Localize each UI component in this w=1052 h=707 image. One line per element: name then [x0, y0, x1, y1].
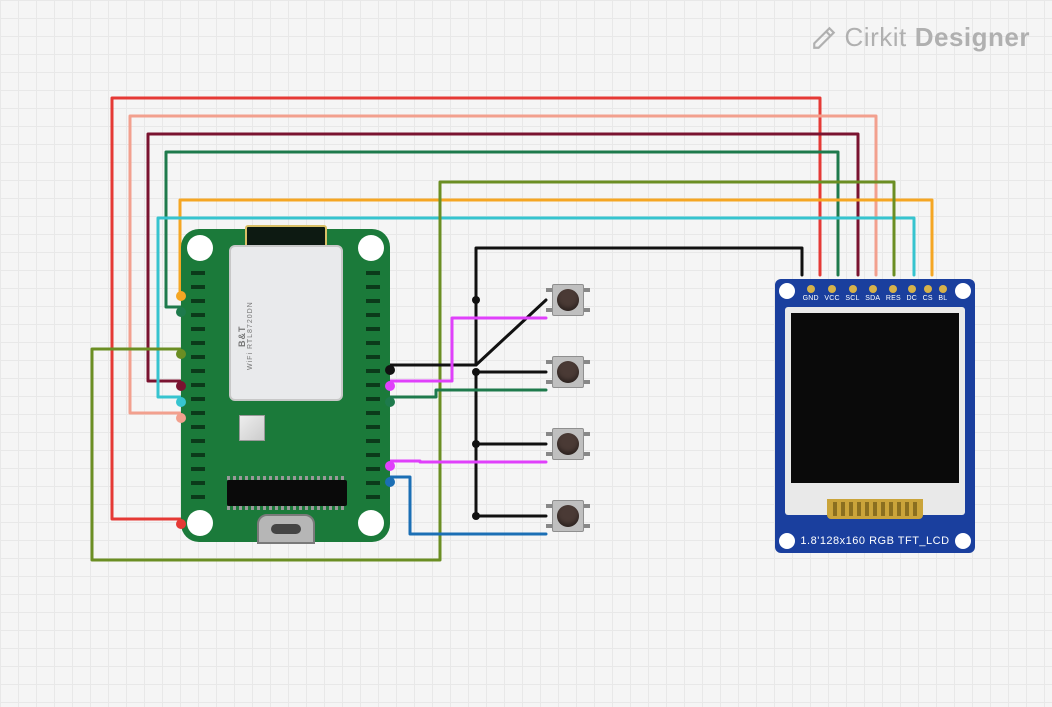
w-btn4-blue[interactable]	[390, 477, 546, 534]
w-gnd-bus[interactable]	[390, 248, 802, 365]
watermark: Cirkit Designer	[811, 22, 1030, 53]
lcd-pin-gnd[interactable]: GND	[803, 285, 819, 302]
w-btn3-magenta[interactable]	[390, 461, 546, 462]
tft-lcd-module[interactable]: GND VCC SCL SDA RES DC CS BL 1.8'128x160 RGB TF…	[775, 279, 975, 553]
mcu-label: B&T WiFi RTL8720DN	[237, 291, 249, 381]
mount-hole	[358, 235, 384, 261]
header-right	[366, 271, 380, 503]
pencil-ruler-icon	[811, 25, 837, 51]
pin-l5[interactable]	[176, 397, 186, 407]
lcd-pin-vcc[interactable]: VCC	[824, 285, 839, 302]
wire-junction	[472, 296, 480, 304]
header-left	[191, 271, 205, 503]
btn-1[interactable]	[546, 278, 590, 322]
lcd-screen	[791, 313, 959, 483]
w-btn2-teal[interactable]	[390, 390, 546, 397]
btn-2[interactable]	[546, 350, 590, 394]
pin-r3[interactable]	[385, 397, 395, 407]
lcd-model-label: 1.8'128x160 RGB TFT_LCD	[775, 535, 975, 547]
w-gnd-b4[interactable]	[476, 444, 546, 516]
lcd-pin-scl[interactable]: SCL	[845, 285, 859, 302]
btn-4[interactable]	[546, 494, 590, 538]
lcd-pin-header: GND VCC SCL SDA RES DC CS BL	[775, 285, 975, 302]
watermark-product: Designer	[915, 22, 1030, 53]
pin-r1[interactable]	[385, 365, 395, 375]
usb-port	[257, 514, 315, 544]
chip-row	[227, 480, 347, 506]
pin-r4[interactable]	[385, 461, 395, 471]
pin-r2[interactable]	[385, 381, 395, 391]
pin-l3[interactable]	[176, 349, 186, 359]
w-gnd-b1[interactable]	[476, 300, 546, 365]
lcd-pin-cs[interactable]: CS	[923, 285, 933, 302]
pin-l7[interactable]	[176, 519, 186, 529]
pin-l2[interactable]	[176, 307, 186, 317]
pin-l1[interactable]	[176, 291, 186, 301]
pin-l6[interactable]	[176, 413, 186, 423]
watermark-brand: Cirkit	[845, 22, 907, 53]
mount-hole	[187, 235, 213, 261]
lcd-pin-res[interactable]: RES	[886, 285, 901, 302]
pin-r5[interactable]	[385, 477, 395, 487]
mount-hole	[187, 510, 213, 536]
lcd-pin-bl[interactable]: BL	[938, 285, 947, 302]
wire-junction	[472, 368, 480, 376]
mount-hole	[358, 510, 384, 536]
lcd-pin-sda[interactable]: SDA	[865, 285, 880, 302]
btn-3[interactable]	[546, 422, 590, 466]
wire-junction	[472, 440, 480, 448]
lcd-pin-dc[interactable]: DC	[907, 285, 918, 302]
flex-connector	[827, 499, 923, 519]
w-btn1-magenta[interactable]	[390, 318, 546, 381]
mcu-board[interactable]: B&T WiFi RTL8720DN	[181, 229, 390, 542]
pin-l4[interactable]	[176, 381, 186, 391]
w-gnd-b3[interactable]	[476, 372, 546, 444]
status-led	[239, 415, 265, 441]
wire-junction	[472, 512, 480, 520]
